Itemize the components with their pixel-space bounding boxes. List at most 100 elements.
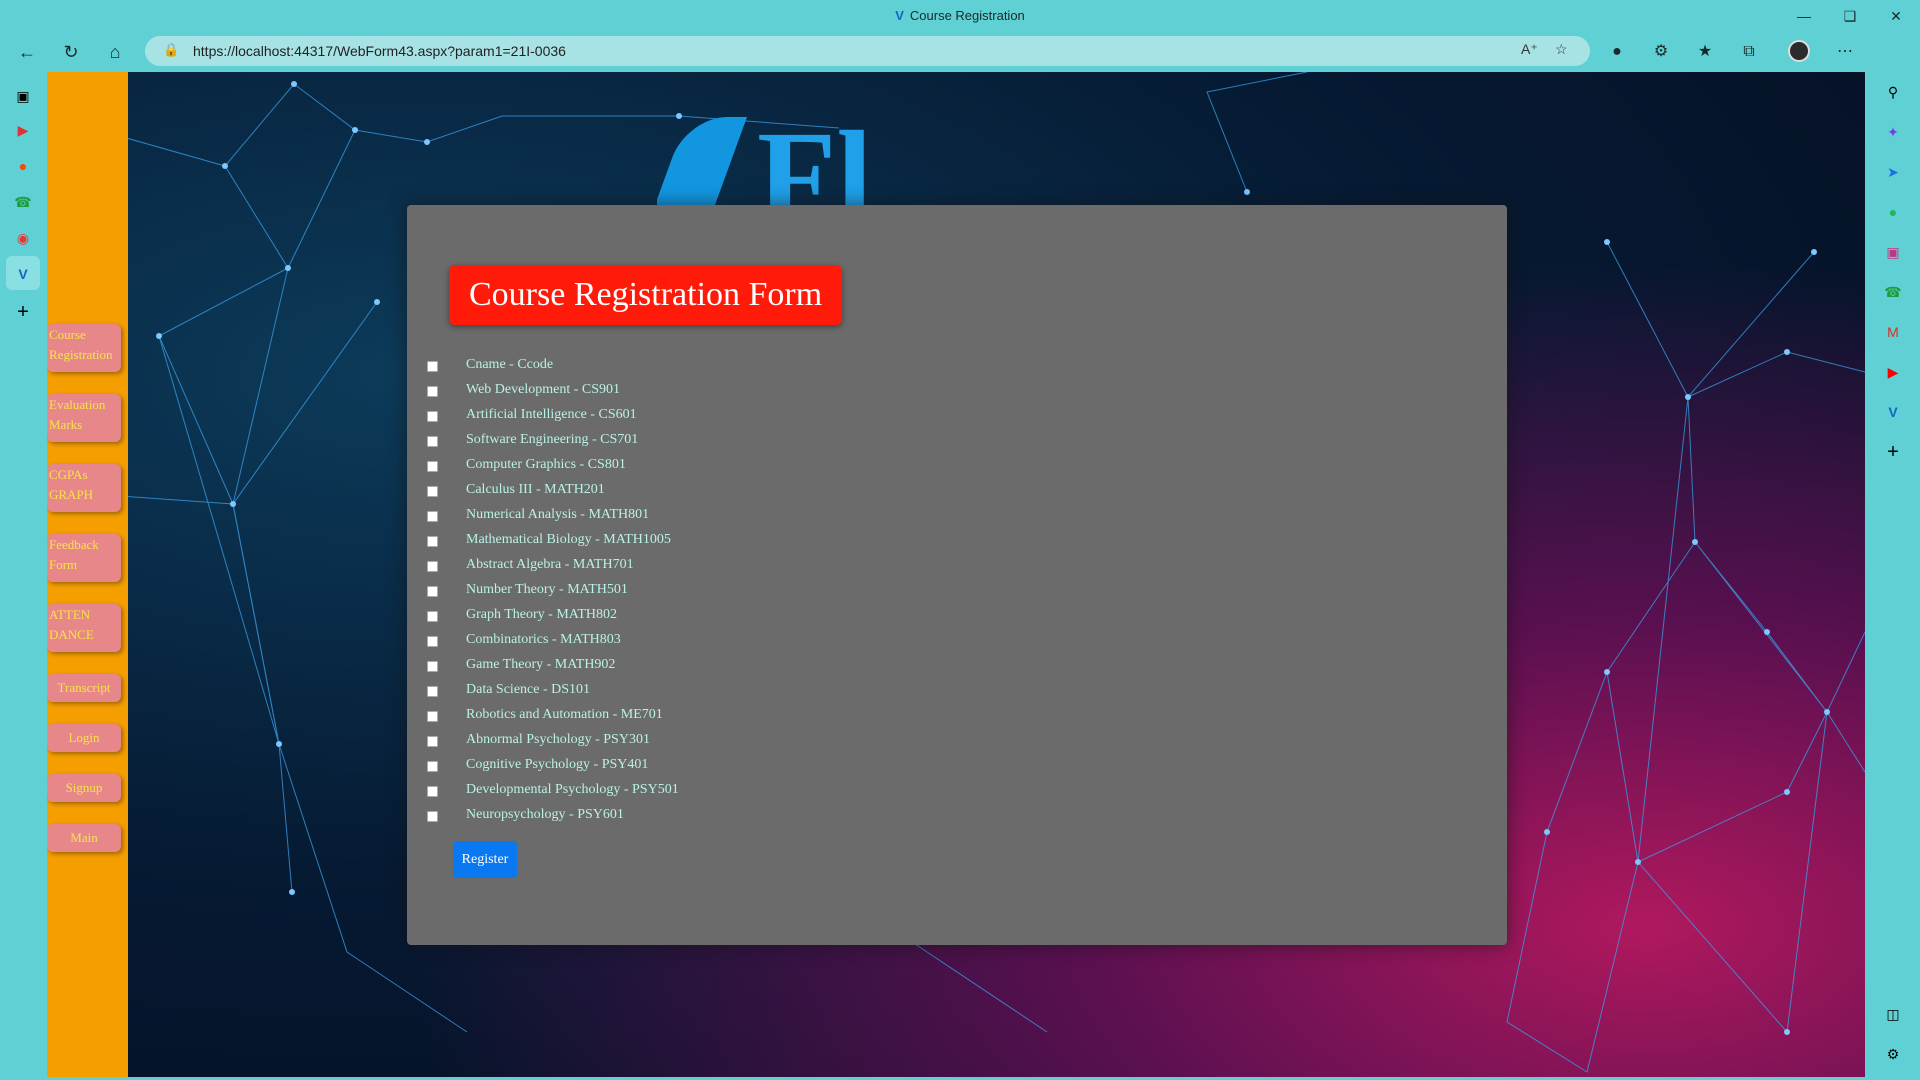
profile-avatar[interactable]: [1788, 40, 1810, 62]
registration-panel: Course Registration Form Cname - Ccode W…: [407, 205, 1507, 945]
reddit-tab-icon[interactable]: ●: [13, 156, 33, 176]
url-text[interactable]: https://localhost:44317/WebForm43.aspx?p…: [193, 43, 566, 59]
course-checkbox[interactable]: [427, 711, 438, 722]
course-checkbox[interactable]: [427, 461, 438, 472]
course-checkbox[interactable]: [427, 561, 438, 572]
add-favorite-icon[interactable]: ☆: [1555, 41, 1568, 58]
collections-icon[interactable]: ⧉: [1734, 38, 1764, 66]
course-label[interactable]: Cname - Ccode: [466, 355, 553, 375]
course-registration-tab-icon[interactable]: V: [13, 264, 33, 284]
course-checkbox[interactable]: [427, 761, 438, 772]
course-checkbox[interactable]: [427, 611, 438, 622]
refresh-icon[interactable]: ↻: [56, 38, 86, 66]
course-checkbox[interactable]: [427, 386, 438, 397]
address-bar[interactable]: 🔒 https://localhost:44317/WebForm43.aspx…: [145, 36, 1590, 66]
read-aloud-icon[interactable]: A⁺: [1521, 41, 1538, 58]
sidebar-item-signup[interactable]: Signup: [47, 774, 121, 802]
logo-letters: Fl: [757, 112, 873, 212]
course-checkbox[interactable]: [427, 736, 438, 747]
search-icon[interactable]: ⚲: [1883, 82, 1903, 102]
course-checkbox[interactable]: [427, 536, 438, 547]
course-checkbox[interactable]: [427, 511, 438, 522]
add-app-icon[interactable]: +: [1883, 442, 1903, 462]
course-checkbox[interactable]: [427, 436, 438, 447]
youtube-tab-icon[interactable]: ▶: [13, 120, 33, 140]
close-icon[interactable]: ✕: [1876, 4, 1916, 28]
course-label[interactable]: Combinatorics - MATH803: [466, 630, 621, 650]
logo-swoosh: [657, 117, 748, 212]
course-label[interactable]: Developmental Psychology - PSY501: [466, 780, 679, 800]
course-checkbox[interactable]: [427, 686, 438, 697]
course-checkbox[interactable]: [427, 586, 438, 597]
course-checkbox[interactable]: [427, 661, 438, 672]
course-label[interactable]: Number Theory - MATH501: [466, 580, 628, 600]
site-sidebar: Course Registration Evaluation Marks CGP…: [47, 72, 128, 1077]
sidebar-item-transcript[interactable]: Transcript: [47, 674, 121, 702]
url-path: :44317/WebForm43.aspx?param1=21I-0036: [290, 43, 566, 59]
lock-icon[interactable]: 🔒: [163, 42, 179, 58]
course-label[interactable]: Graph Theory - MATH802: [466, 605, 617, 625]
minimize-icon[interactable]: —: [1784, 4, 1824, 28]
sidebar-item-feedback-form[interactable]: Feedback Form: [47, 534, 121, 582]
course-label[interactable]: Data Science - DS101: [466, 680, 590, 700]
course-label[interactable]: Abnormal Psychology - PSY301: [466, 730, 650, 750]
course-label[interactable]: Software Engineering - CS701: [466, 430, 638, 450]
window-title: V Course Registration: [0, 8, 1920, 23]
course-label[interactable]: Neuropsychology - PSY601: [466, 805, 624, 825]
spotify-icon[interactable]: ●: [1883, 202, 1903, 222]
extension-icon[interactable]: ●: [1602, 38, 1632, 66]
sidebar-item-attendance[interactable]: ATTEN DANCE: [47, 604, 121, 652]
course-label[interactable]: Computer Graphics - CS801: [466, 455, 626, 475]
new-tab-icon[interactable]: +: [13, 302, 33, 322]
site-favicon-icon: V: [895, 8, 904, 23]
gmail-icon[interactable]: M: [1883, 322, 1903, 342]
sidebar-apps-rail: ⚲ ✦ ➤ ● ▣ ☎ M ▶ V + ◫ ⚙: [1866, 32, 1920, 1080]
more-options-icon[interactable]: ⋯: [1830, 38, 1860, 66]
browser-toolbar: ← ↻ ⌂ 🔒 https://localhost:44317/WebForm4…: [0, 32, 1920, 72]
sidebar-item-evaluation-marks[interactable]: Evaluation Marks: [47, 394, 121, 442]
sidebar-item-cgpas-graph[interactable]: CGPAs GRAPH: [47, 464, 121, 512]
course-label[interactable]: Web Development - CS901: [466, 380, 620, 400]
page-viewport: Fl Course Registration Evaluation Marks …: [47, 72, 1865, 1077]
course-checkbox[interactable]: [427, 411, 438, 422]
course-checkbox[interactable]: [427, 811, 438, 822]
record-tab-icon[interactable]: ◉: [13, 228, 33, 248]
instagram-icon[interactable]: ▣: [1883, 242, 1903, 262]
settings-icon[interactable]: ⚙: [1883, 1044, 1903, 1064]
sidebar-item-main[interactable]: Main: [47, 824, 121, 852]
whatsapp-tab-icon[interactable]: ☎: [13, 192, 33, 212]
sidebar-item-course-registration[interactable]: Course Registration: [47, 324, 121, 372]
vertical-tabs-rail: ▣ ▶ ● ☎ ◉ V +: [0, 72, 46, 1080]
course-checkbox[interactable]: [427, 636, 438, 647]
course-label[interactable]: Calculus III - MATH201: [466, 480, 605, 500]
register-button[interactable]: Register: [453, 841, 517, 878]
url-host: localhost: [235, 43, 291, 59]
whatsapp-icon[interactable]: ☎: [1883, 282, 1903, 302]
window-title-text: Course Registration: [909, 8, 1025, 23]
course-label[interactable]: Cognitive Psychology - PSY401: [466, 755, 648, 775]
course-checkbox[interactable]: [427, 786, 438, 797]
youtube-icon[interactable]: ▶: [1883, 362, 1903, 382]
course-checkbox[interactable]: [427, 486, 438, 497]
tab-actions-icon[interactable]: ▣: [13, 86, 33, 106]
course-label[interactable]: Numerical Analysis - MATH801: [466, 505, 649, 525]
course-label[interactable]: Robotics and Automation - ME701: [466, 705, 663, 725]
url-scheme: https://: [193, 43, 236, 59]
extensions-icon[interactable]: ⚙: [1646, 38, 1676, 66]
back-icon[interactable]: ←: [12, 38, 42, 66]
browser-title-bar: V Course Registration — ❑ ✕: [0, 0, 1920, 32]
hide-sidebar-icon[interactable]: ◫: [1883, 1004, 1903, 1024]
course-label[interactable]: Mathematical Biology - MATH1005: [466, 530, 671, 550]
course-label[interactable]: Game Theory - MATH902: [466, 655, 615, 675]
sidebar-item-login[interactable]: Login: [47, 724, 121, 752]
copilot-app-icon[interactable]: ✦: [1883, 122, 1903, 142]
send-icon[interactable]: ➤: [1883, 162, 1903, 182]
favorites-icon[interactable]: ★: [1690, 38, 1720, 66]
course-checkbox[interactable]: [427, 361, 438, 372]
restore-icon[interactable]: ❑: [1830, 4, 1870, 28]
app-v-icon[interactable]: V: [1883, 402, 1903, 422]
course-label[interactable]: Artificial Intelligence - CS601: [466, 405, 637, 425]
page-title: Course Registration Form: [449, 265, 843, 325]
home-icon[interactable]: ⌂: [100, 38, 130, 66]
course-label[interactable]: Abstract Algebra - MATH701: [466, 555, 634, 575]
